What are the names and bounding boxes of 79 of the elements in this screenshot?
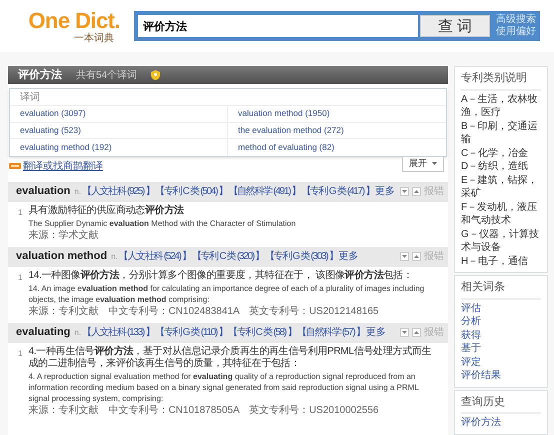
caret-up-icon [414, 255, 419, 258]
category-link[interactable]: 【专利 G 类 (303) 】 [264, 249, 338, 264]
caret-up-icon [414, 331, 419, 334]
search-button[interactable]: 查 词 [420, 15, 490, 37]
patent-class-label: A－生活，农林牧渔，医疗 [461, 92, 539, 120]
example-source: 来源：学术文献 [28, 230, 100, 242]
sidebar-link[interactable]: 评估 [461, 302, 541, 315]
patent-class-label: D－纺织，造纸 [461, 160, 530, 174]
category-link[interactable]: 【自然科学 (57) 】 [297, 325, 365, 340]
collapse-button[interactable] [400, 328, 409, 337]
translation-count: 共有54个译词 [76, 68, 138, 82]
caret-down-icon [432, 162, 437, 165]
patent-class-label: E－建筑，钻探，采矿 [461, 174, 539, 200]
patent-class-label: H－电子，通信 [461, 254, 530, 268]
expand-button[interactable] [412, 252, 421, 261]
sidebar-title: 相关词条 [461, 279, 541, 300]
expand-button[interactable] [412, 328, 421, 337]
translation-service-link[interactable]: 翻译或找商鹊翻译 [23, 158, 103, 174]
sidebar-link[interactable]: 评价方法 [461, 416, 541, 430]
translation-link[interactable]: valuation method (1950) [228, 106, 446, 122]
patent-class-label: G－仪器，计算技术与设备 [461, 228, 540, 254]
example-chinese: 14.一种图像评价方法，分别计算多个图像的重要度，其特征在于， 该图像评价方法包括： [28, 270, 414, 282]
caret-down-icon [402, 331, 407, 334]
sidebar-link[interactable]: 评定 [461, 356, 541, 369]
patent-class-label: C－化学，冶金 [461, 146, 530, 160]
patent-class-label: B－印刷，交通运输 [461, 120, 539, 146]
caret-down-icon [402, 255, 407, 258]
part-of-speech: n. [111, 250, 118, 262]
category-link[interactable]: 【专利 C 类 (320) 】 [192, 249, 264, 264]
collapse-button[interactable] [400, 252, 409, 261]
example-english: The Supplier Dynamic evaluation Method with the Character of Stimulation [28, 218, 296, 228]
part-of-speech: n. [74, 326, 82, 338]
example-english: 4. A reproduction signal evaluation method for evaluating quality of a reproduction signal reproduced from an information recording medium based on a binary signal generated from said reproduction signal using a PRML signal processing system, comprising: [28, 370, 420, 404]
patent-class-label: F－发动机，液压和气动技术 [461, 200, 538, 228]
new-badge-icon [9, 163, 21, 169]
logo-subtitle: 一本词典 [74, 32, 114, 44]
category-link[interactable]: 【人文社科 (925) 】 [82, 184, 154, 199]
example-english: 14. An image evaluation method for calculating an importance degree of each of a plurality of images including objects, the image evaluation method comprising: [28, 282, 426, 304]
example-source: 来源：专利文献 中文专利号：CN102483841A 英文专利号：US2012148165 [28, 306, 380, 318]
sidebar-link[interactable]: 获得 [461, 328, 541, 342]
sidebar-link[interactable]: 基于 [461, 342, 541, 356]
translation-link[interactable]: evaluating method (192) [10, 139, 228, 156]
category-link[interactable]: 【专利 C 类 (58) 】 [228, 325, 296, 340]
translation-link[interactable]: evaluation (3097) [10, 106, 228, 122]
example-number: 1 [18, 206, 22, 218]
translation-link[interactable]: evaluating (523) [10, 122, 228, 139]
headword: evaluation [16, 184, 70, 200]
example-number: 1 [18, 348, 22, 360]
sidebar-link[interactable]: 分析 [461, 315, 541, 328]
expand-translations-button[interactable]: 展开 [402, 156, 444, 172]
category-link[interactable]: 【自然科学 (491) 】 [228, 184, 300, 199]
more-link[interactable]: 更多 [375, 184, 396, 199]
category-link[interactable]: 【专利 G 类 (417) 】 [301, 184, 374, 199]
headword: evaluating [16, 325, 70, 340]
example-chinese: 4.一种再生信号评价方法，基于对从信息记录介质再生的再生信号利用PRML信号处理方式而生成的二进制信号，来评价该再生信号的质量，其特征在于包括： [28, 346, 432, 370]
more-link[interactable]: 更多 [366, 325, 386, 340]
example-number: 1 [18, 272, 22, 284]
category-link[interactable]: 【专利 C 类 (504) 】 [155, 184, 228, 199]
category-link[interactable]: 【专利 G 类 (110) 】 [155, 325, 228, 340]
translations-header: 译词 [10, 89, 446, 106]
headword: valuation method [16, 249, 108, 264]
expand-button[interactable] [412, 187, 421, 196]
part-of-speech: n. [74, 186, 82, 198]
sidebar-link[interactable]: 评价结果 [461, 369, 541, 382]
example-chinese: 具有激励特征的供应商动态评价方法 [28, 204, 185, 216]
sidebar-title: 专利类别说明 [461, 70, 541, 90]
caret-up-icon [414, 190, 419, 193]
sidebar-title: 查询历史 [461, 394, 541, 414]
translation-link[interactable]: the evaluation method (272) [228, 122, 446, 139]
collapse-button[interactable] [400, 187, 409, 196]
search-option-link[interactable]: 高级搜索 [496, 14, 536, 26]
result-term: 评价方法 [18, 68, 62, 83]
translation-link[interactable]: method of evaluating (82) [228, 139, 446, 156]
example-source: 来源：专利文献 中文专利号：CN101878505A 英文专利号：US2010002556 [28, 404, 380, 416]
search-field[interactable]: 评价方法 [138, 15, 418, 37]
category-link[interactable]: 【人文社科 (133) 】 [82, 325, 154, 340]
caret-down-icon [402, 190, 407, 193]
category-link[interactable]: 【人文社科 (524) 】 [118, 249, 191, 264]
more-link[interactable]: 更多 [338, 249, 359, 264]
